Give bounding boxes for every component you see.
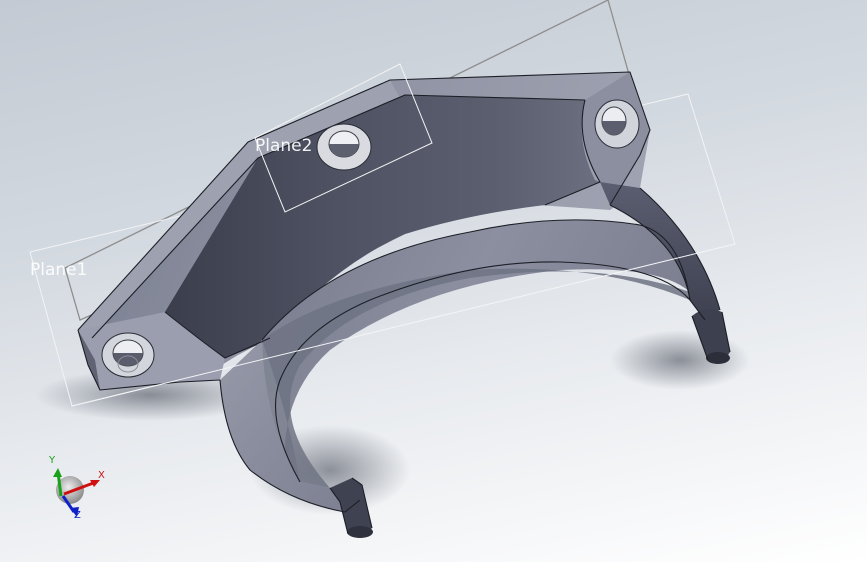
hole-left[interactable]: [101, 332, 155, 378]
model-view[interactable]: Plane1 Plane2 X Y Z: [0, 0, 867, 562]
plane1-label[interactable]: Plane1: [30, 260, 87, 280]
part-right-arm-tip-end: [706, 352, 730, 364]
triad-z-label: Z: [74, 510, 81, 521]
hole-top[interactable]: [316, 123, 372, 171]
triad-x-label: X: [98, 470, 105, 481]
triad-y-arrow: [53, 468, 62, 477]
graphics-viewport[interactable]: Plane1 Plane2 X Y Z: [0, 0, 867, 562]
plane2-label[interactable]: Plane2: [255, 136, 312, 156]
reference-triad: X Y Z: [48, 455, 105, 521]
part-left-arm-tip-end: [347, 526, 373, 538]
triad-y-label: Y: [48, 455, 56, 466]
hole-right[interactable]: [594, 99, 640, 149]
